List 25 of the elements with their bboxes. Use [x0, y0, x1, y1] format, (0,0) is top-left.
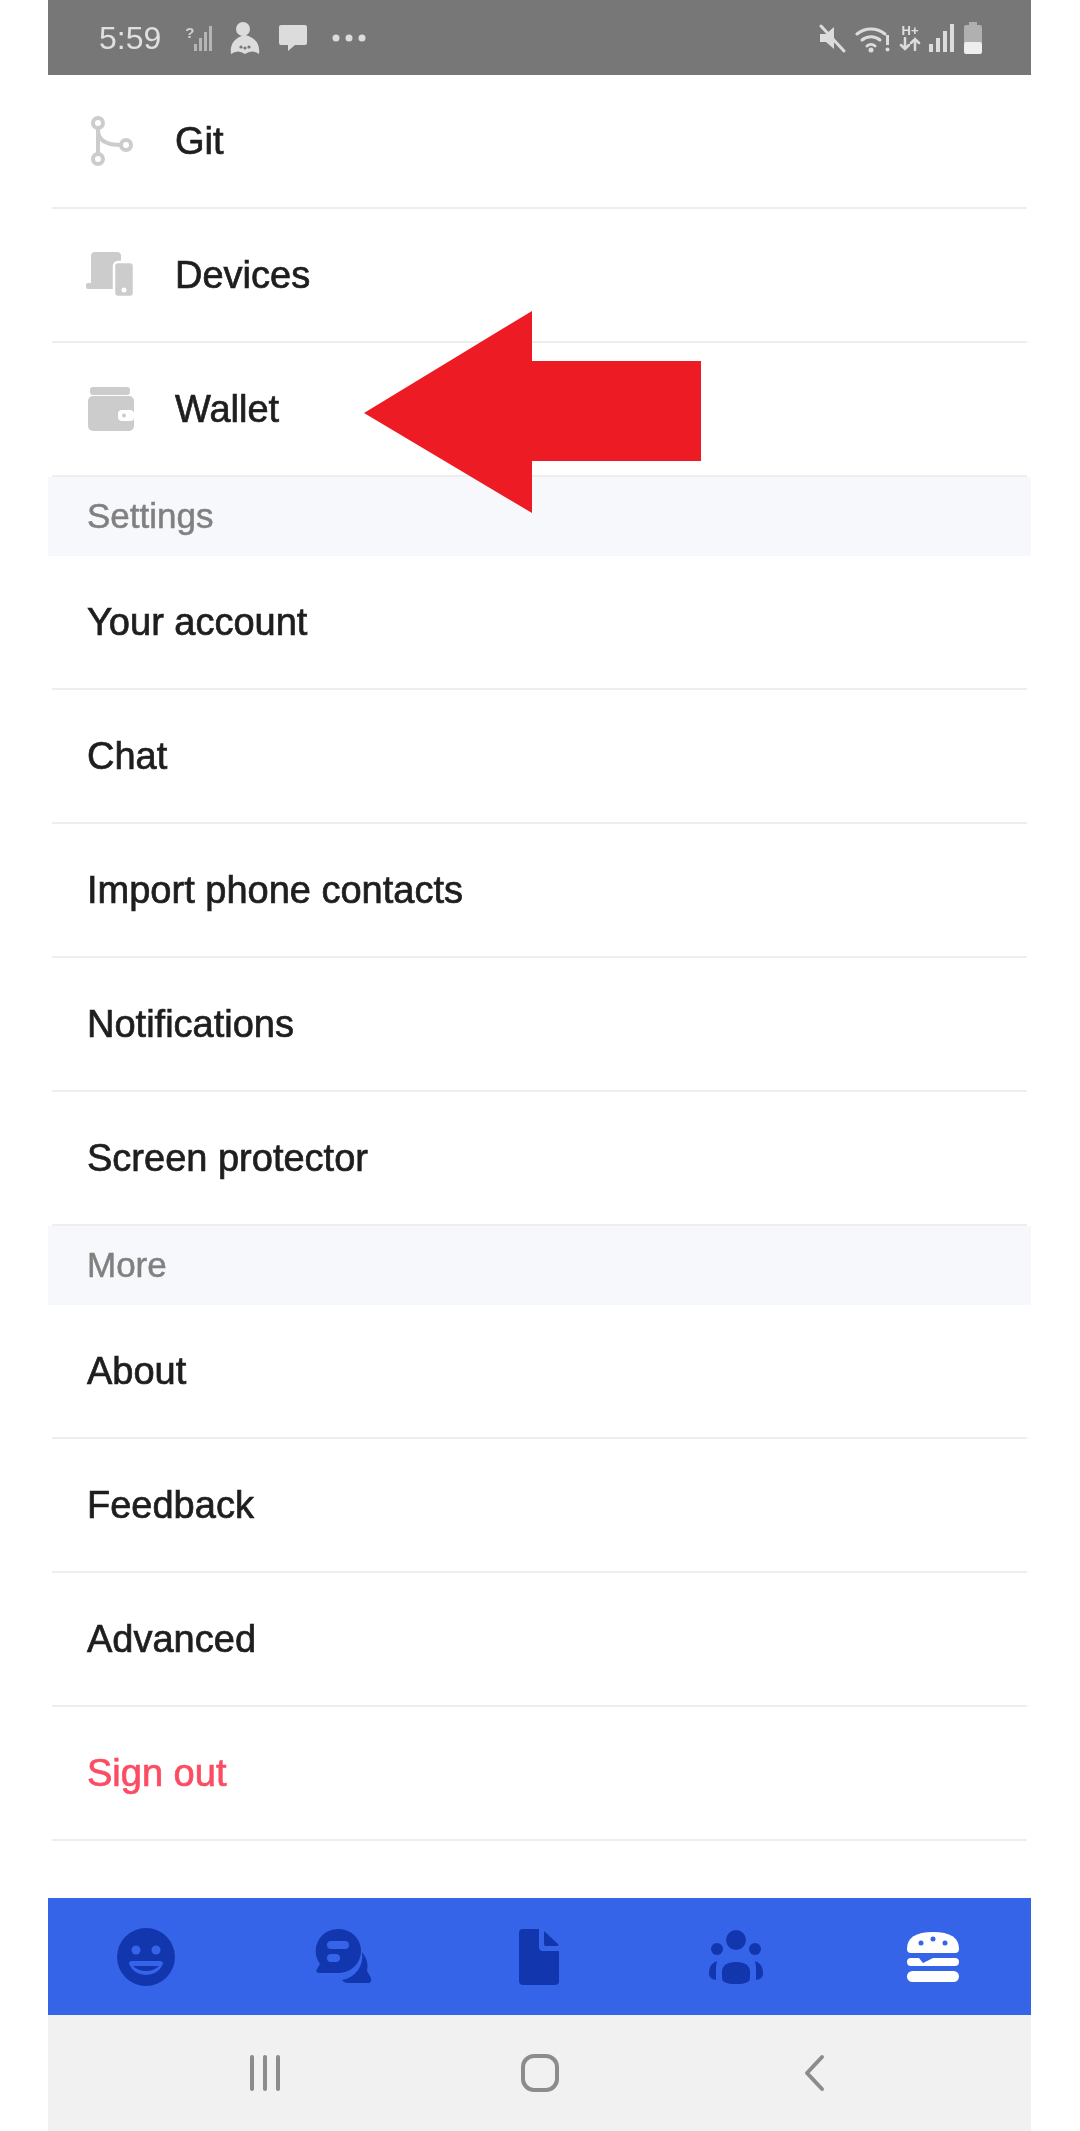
message-icon	[278, 23, 309, 52]
section-header: More	[48, 1226, 1031, 1305]
home-icon[interactable]	[519, 2053, 560, 2093]
menu-item[interactable]: Feedback	[52, 1439, 1027, 1573]
menu-item[interactable]: Chat	[52, 690, 1027, 824]
menu-item[interactable]: Advanced	[52, 1573, 1027, 1707]
menu-item[interactable]: About	[52, 1305, 1027, 1439]
signal-icon	[194, 24, 213, 51]
menu-item[interactable]: Import phone contacts	[52, 824, 1027, 958]
sim-status-mark: ?	[185, 24, 195, 40]
more-icon	[332, 33, 367, 42]
smiley-icon[interactable]	[116, 1926, 177, 1987]
signal-icon	[929, 23, 955, 52]
data-arrows-icon	[899, 37, 921, 51]
section-header: Settings	[48, 477, 1031, 556]
network-type-label: H+	[901, 24, 919, 37]
menu-item[interactable]: Notifications	[52, 958, 1027, 1092]
wallet-icon	[88, 387, 134, 431]
devices-icon	[86, 252, 136, 298]
menu-item[interactable]: Git	[52, 75, 1027, 209]
menu-item[interactable]: Your account	[52, 556, 1027, 690]
battery-icon	[963, 21, 983, 54]
back-icon[interactable]	[803, 2054, 826, 2092]
mute-icon	[817, 22, 847, 53]
clock-time: 5:59	[99, 21, 162, 54]
